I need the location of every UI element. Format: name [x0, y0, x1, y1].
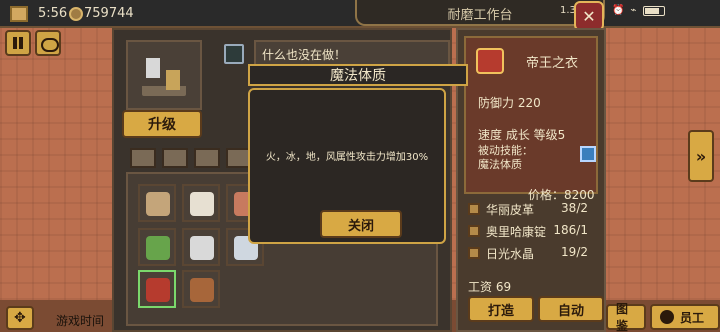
building-icon: [10, 6, 28, 22]
pause-button[interactable]: [5, 30, 31, 56]
workbench-preview: [126, 40, 202, 110]
resource-name: 华丽皮革: [486, 203, 535, 217]
wage-label: 工资 69: [468, 280, 512, 294]
equipment-slot[interactable]: [182, 228, 220, 266]
resource-count: 186/1: [553, 223, 588, 237]
leather-icon: [468, 203, 480, 215]
crystal-icon: [468, 247, 480, 259]
status-checkbox[interactable]: [224, 44, 244, 64]
equipment-slot[interactable]: [138, 228, 176, 266]
craft-button[interactable]: 打造: [468, 296, 534, 322]
ingot-icon: [468, 225, 480, 237]
armor-icon: [146, 192, 170, 216]
tab-hammer[interactable]: [130, 148, 156, 168]
next-arrow-button[interactable]: »: [688, 130, 714, 182]
resource-count: 19/2: [561, 245, 588, 259]
item-skill: 被动技能： 魔法体质: [478, 144, 533, 172]
item-info-panel: 帝王之衣 防御力 220 速度 成长 等级5 被动技能： 魔法体质 价格：820…: [456, 28, 606, 332]
item-defense: 防御力 220: [478, 96, 541, 110]
skill-icon: [580, 146, 596, 162]
skill-label: 被动技能：: [478, 144, 533, 157]
staff-button[interactable]: 员工: [650, 304, 720, 330]
tab-spear[interactable]: [194, 148, 220, 168]
emperor-armor-icon: [146, 278, 170, 302]
item-info-card: 帝王之衣 防御力 220 速度 成长 等级5 被动技能： 魔法体质 价格：820…: [464, 36, 598, 202]
resource-list: 华丽皮革 38/2 奥里哈康锭 186/1 日光水晶 19/2: [468, 200, 594, 266]
resource-count: 38/2: [561, 201, 588, 215]
green-armor-icon: [146, 236, 170, 260]
top-bar: 5:56 759744 耐磨工作台 1.3K/s ☾ ⏰ ⌁ ✕: [0, 0, 720, 31]
skill-name: 魔法体质: [478, 158, 522, 171]
skill-modal: 火，冰，地，风属性攻击力增加30% 关闭: [248, 88, 446, 244]
person-icon: [660, 310, 674, 324]
move-button[interactable]: [6, 306, 34, 330]
modal-close-button[interactable]: 关闭: [320, 210, 402, 238]
modal-title: 魔法体质: [248, 64, 468, 86]
auto-button[interactable]: 自动: [538, 296, 604, 322]
equipment-slot[interactable]: [138, 184, 176, 222]
money-icon: [69, 7, 83, 21]
equipment-slot-selected[interactable]: [138, 270, 176, 308]
wifi-icon: ⌁: [630, 5, 637, 16]
robe-icon: [190, 192, 214, 216]
staff-label: 员工: [680, 310, 705, 325]
tab-sword[interactable]: [162, 148, 188, 168]
resource-name: 日光水晶: [486, 247, 535, 261]
upgrade-button[interactable]: 升级: [122, 110, 202, 138]
item-stats: 速度 成长 等级5: [478, 128, 566, 142]
settings-button[interactable]: ✕: [574, 1, 604, 31]
battery-icon: [642, 5, 665, 16]
workbench-icon: [142, 52, 186, 96]
resource-name: 奥里哈康锭: [486, 225, 547, 239]
status-time: 5:56: [38, 6, 68, 21]
catalog-label: 图鉴: [616, 302, 629, 332]
selected-armor-icon: [476, 48, 504, 74]
resource-row: 日光水晶 19/2: [468, 244, 594, 266]
category-tabs: [130, 148, 252, 168]
mask-button[interactable]: [35, 30, 61, 56]
item-name: 帝王之衣: [526, 56, 579, 71]
bronze-armor-icon: [190, 278, 214, 302]
resource-row: 奥里哈康锭 186/1: [468, 222, 594, 244]
modal-description: 火，冰，地，风属性攻击力增加30%: [265, 152, 429, 163]
status-field: 什么也没在做！: [254, 40, 450, 66]
crossed-tools-icon: ✕: [582, 6, 596, 26]
money-value: 759744: [84, 6, 134, 21]
catalog-button[interactable]: 图鉴: [606, 302, 646, 332]
white-robe-icon: [190, 236, 214, 260]
equipment-slot[interactable]: [182, 184, 220, 222]
double-chevron-right-icon: »: [695, 146, 707, 166]
game-time-label: 游戏时间: [56, 314, 105, 328]
resource-row: 华丽皮革 38/2: [468, 200, 594, 222]
alarm-icon: ⏰: [612, 5, 625, 16]
equipment-slot[interactable]: [182, 270, 220, 308]
